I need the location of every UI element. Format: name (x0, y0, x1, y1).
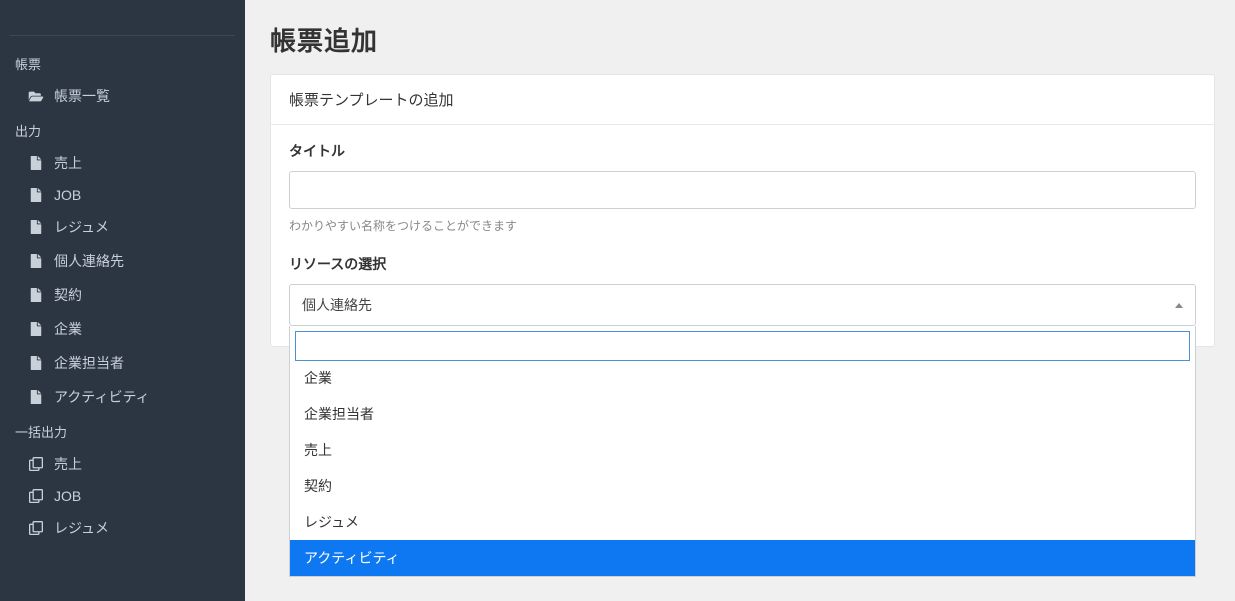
files-icon (28, 521, 44, 535)
sidebar-item[interactable]: アクティビティ (0, 380, 245, 414)
dropdown-list[interactable]: 企業企業担当者売上契約レジュメアクティビティ (290, 366, 1195, 576)
sidebar-item-label: 売上 (54, 454, 82, 474)
form-card: 帳票テンプレートの追加 タイトル わかりやすい名称をつけることができます リソー… (270, 74, 1215, 347)
files-icon (28, 489, 44, 503)
sidebar-item-label: 契約 (54, 285, 82, 305)
sidebar-item-label: アクティビティ (54, 387, 150, 407)
folder-open-icon (28, 89, 44, 103)
sidebar-item[interactable]: JOB (0, 481, 245, 511)
title-field: タイトル わかりやすい名称をつけることができます (289, 141, 1196, 234)
sidebar-item[interactable]: 契約 (0, 278, 245, 312)
dropdown-option[interactable]: 企業 (290, 366, 1195, 396)
dropdown-option[interactable]: レジュメ (290, 504, 1195, 540)
dropdown-search-input[interactable] (295, 331, 1190, 361)
resource-field: リソースの選択 個人連絡先 (289, 254, 1196, 326)
caret-up-icon (1175, 303, 1183, 308)
sidebar-divider (10, 35, 235, 36)
sidebar-item[interactable]: 企業担当者 (0, 346, 245, 380)
resource-dropdown: 企業企業担当者売上契約レジュメアクティビティ (289, 326, 1196, 577)
sidebar-item[interactable]: JOB (0, 180, 245, 210)
dropdown-option[interactable]: アクティビティ (290, 540, 1195, 576)
resource-selected-value: 個人連絡先 (302, 295, 372, 315)
sidebar-item-label: レジュメ (54, 518, 109, 538)
sidebar-item-label: JOB (54, 488, 81, 504)
sidebar-item[interactable]: 売上 (0, 447, 245, 481)
title-input[interactable] (289, 171, 1196, 209)
sidebar-section-header: 出力 (0, 113, 245, 146)
file-icon (28, 254, 44, 268)
sidebar-item[interactable]: 売上 (0, 146, 245, 180)
resource-select[interactable]: 個人連絡先 (289, 284, 1196, 326)
sidebar-item[interactable]: 個人連絡先 (0, 244, 245, 278)
sidebar-item-label: 売上 (54, 153, 82, 173)
sidebar-section-header: 一括出力 (0, 414, 245, 447)
file-icon (28, 288, 44, 302)
title-label: タイトル (289, 141, 1196, 161)
sidebar-item-label: 個人連絡先 (54, 251, 124, 271)
sidebar: 帳票帳票一覧出力売上JOBレジュメ個人連絡先契約企業企業担当者アクティビティ一括… (0, 0, 245, 601)
sidebar-section-header: 帳票 (0, 46, 245, 79)
file-icon (28, 156, 44, 170)
dropdown-option[interactable]: 売上 (290, 432, 1195, 468)
sidebar-item[interactable]: レジュメ (0, 511, 245, 545)
dropdown-search-wrap (290, 326, 1195, 366)
sidebar-item-label: レジュメ (54, 217, 109, 237)
page-title: 帳票追加 (270, 21, 1215, 58)
title-help: わかりやすい名称をつけることができます (289, 217, 1196, 234)
main-content: 帳票追加 帳票テンプレートの追加 タイトル わかりやすい名称をつけることができま… (245, 0, 1235, 601)
resource-label: リソースの選択 (289, 254, 1196, 274)
file-icon (28, 356, 44, 370)
file-icon (28, 322, 44, 336)
sidebar-item[interactable]: レジュメ (0, 210, 245, 244)
files-icon (28, 457, 44, 471)
file-icon (28, 220, 44, 234)
sidebar-item[interactable]: 帳票一覧 (0, 79, 245, 113)
dropdown-option[interactable]: 契約 (290, 468, 1195, 504)
dropdown-option[interactable]: 企業担当者 (290, 396, 1195, 432)
file-icon (28, 188, 44, 202)
card-header: 帳票テンプレートの追加 (271, 75, 1214, 125)
sidebar-item-label: 帳票一覧 (54, 86, 110, 106)
sidebar-item[interactable]: 企業 (0, 312, 245, 346)
sidebar-item-label: 企業担当者 (54, 353, 124, 373)
sidebar-item-label: JOB (54, 187, 81, 203)
file-icon (28, 390, 44, 404)
sidebar-item-label: 企業 (54, 319, 82, 339)
